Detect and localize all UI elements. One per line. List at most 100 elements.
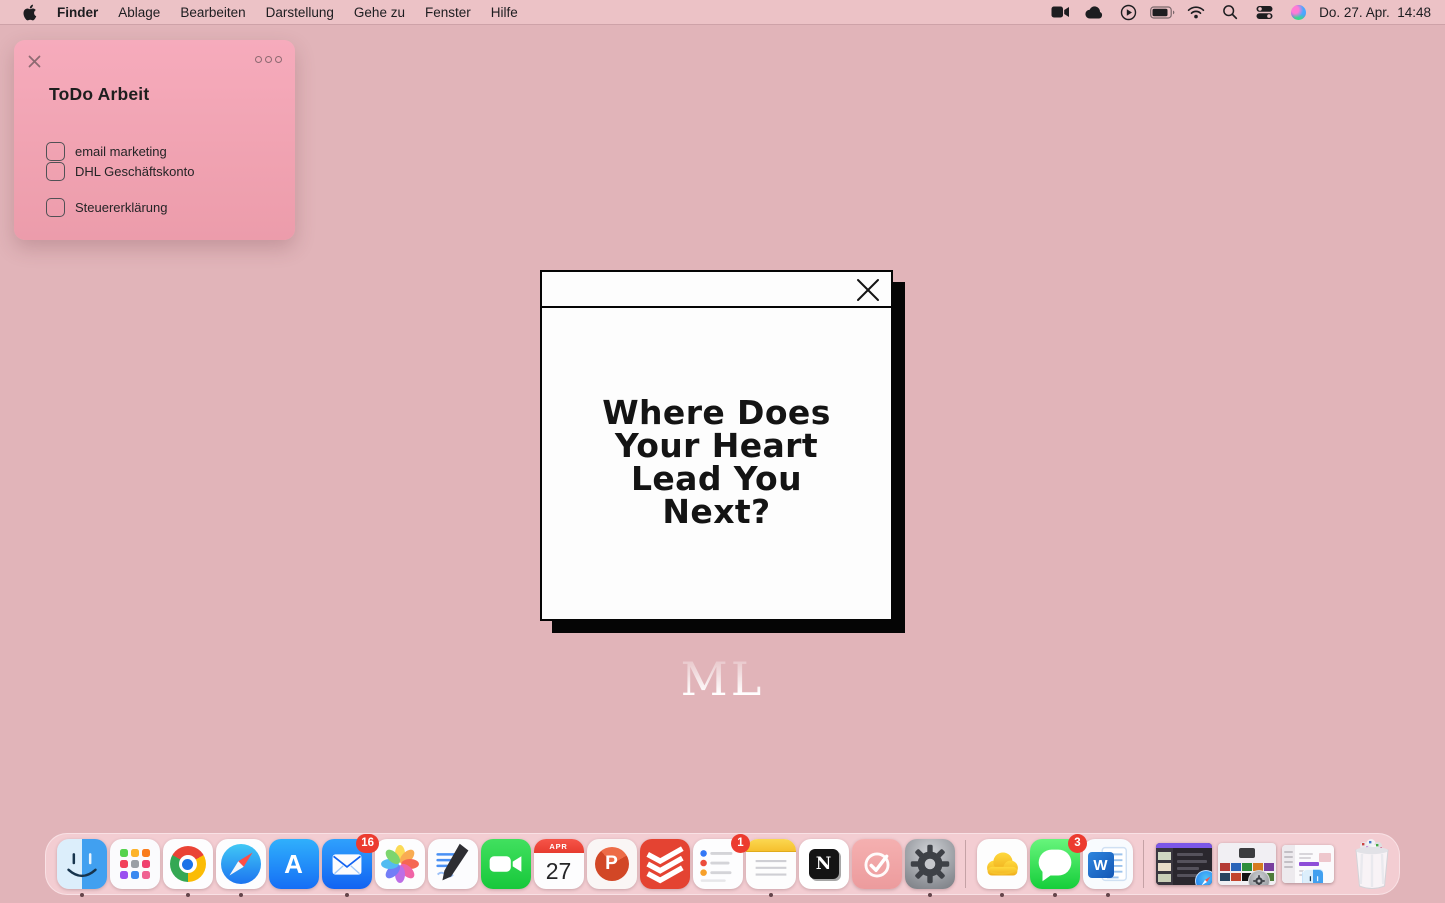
- dock-goodnotes[interactable]: [426, 838, 479, 891]
- notes-pen-icon: [428, 839, 478, 889]
- calendar-icon: APR 27: [534, 839, 584, 889]
- system-settings-icon: [905, 839, 955, 889]
- running-indicator: [345, 893, 349, 897]
- menu-ablage[interactable]: Ablage: [108, 0, 170, 24]
- task-checkbox-dhl-geschaeftskonto[interactable]: [46, 162, 65, 181]
- safari-mini-icon: [1195, 870, 1212, 885]
- photos-icon: [375, 839, 425, 889]
- mail-badge: 16: [356, 834, 379, 853]
- running-indicator: [239, 893, 243, 897]
- popup-body: Where Does Your Heart Lead You Next?: [542, 308, 891, 619]
- dock-app-store[interactable]: A: [267, 838, 320, 891]
- popup-titlebar: [542, 272, 891, 308]
- dock-reminders[interactable]: 1: [691, 838, 744, 891]
- messages-badge: 3: [1068, 834, 1087, 853]
- todoist-icon: [640, 839, 690, 889]
- menu-finder[interactable]: Finder: [47, 0, 108, 24]
- note-task-row: DHL Geschäftskonto: [46, 162, 194, 181]
- menu-bearbeiten[interactable]: Bearbeiten: [170, 0, 255, 24]
- facetime-icon: [481, 839, 531, 889]
- dock-finder[interactable]: [55, 838, 108, 891]
- dock-mail[interactable]: 16: [320, 838, 373, 891]
- ml-logo-watermark: ML: [681, 652, 765, 706]
- dock-trash[interactable]: [1347, 836, 1397, 892]
- note-close-icon[interactable]: [27, 54, 42, 69]
- dock: A 16: [45, 833, 1400, 895]
- chrome-icon: [163, 839, 213, 889]
- dock-divider: [1143, 840, 1144, 888]
- apple-notes-icon: [746, 839, 796, 889]
- dock-cloud-app[interactable]: [975, 838, 1028, 891]
- menubar-clock[interactable]: Do. 27. Apr. 14:48: [1319, 5, 1431, 20]
- running-indicator: [769, 893, 773, 897]
- dock-word[interactable]: W: [1081, 838, 1134, 891]
- word-glyph: W: [1093, 857, 1107, 874]
- dock-launchpad[interactable]: [108, 838, 161, 891]
- now-playing-icon[interactable]: [1115, 0, 1141, 24]
- heading-line: Where Does: [602, 396, 831, 429]
- dock-divider: [965, 840, 966, 888]
- app-store-icon: A: [269, 839, 319, 889]
- minimized-window-finder[interactable]: [1279, 838, 1337, 891]
- running-indicator: [1106, 893, 1110, 897]
- dock-photos[interactable]: [373, 838, 426, 891]
- menu-hilfe[interactable]: Hilfe: [481, 0, 528, 24]
- running-indicator: [186, 893, 190, 897]
- dock-chrome[interactable]: [161, 838, 214, 891]
- running-indicator: [1053, 893, 1057, 897]
- heading-line: Next?: [602, 495, 831, 528]
- battery-icon[interactable]: [1149, 0, 1175, 24]
- dock-powerpoint[interactable]: P: [585, 838, 638, 891]
- siri-icon[interactable]: [1285, 0, 1311, 24]
- popup-heading: Where Does Your Heart Lead You Next?: [602, 396, 831, 528]
- note-title: ToDo Arbeit: [49, 84, 149, 105]
- control-center-icon[interactable]: [1251, 0, 1277, 24]
- settings-mini-icon: [1248, 870, 1270, 885]
- dock-checklist-app[interactable]: [850, 838, 903, 891]
- safari-icon: [216, 839, 266, 889]
- dock-facetime[interactable]: [479, 838, 532, 891]
- dock-messages[interactable]: 3: [1028, 838, 1081, 891]
- minimized-window-settings[interactable]: [1215, 838, 1279, 891]
- note-more-options-icon[interactable]: [255, 56, 282, 63]
- running-indicator: [928, 893, 932, 897]
- dock-calendar[interactable]: APR 27: [532, 838, 585, 891]
- note-task-row: email marketing: [46, 142, 167, 161]
- menu-gehe-zu[interactable]: Gehe zu: [344, 0, 415, 24]
- sticky-note-todo: ToDo Arbeit email marketing DHL Geschäft…: [14, 40, 295, 240]
- cloud-status-icon[interactable]: [1081, 0, 1107, 24]
- finder-icon: [57, 839, 107, 889]
- dock-notes[interactable]: [744, 838, 797, 891]
- checkmark-app-icon: [852, 839, 902, 889]
- note-task-row: Steuererklärung: [46, 198, 168, 217]
- heading-line: Your Heart: [602, 429, 831, 462]
- notion-icon: N: [799, 839, 849, 889]
- dock-safari[interactable]: [214, 838, 267, 891]
- launchpad-icon: [110, 839, 160, 889]
- menu-fenster[interactable]: Fenster: [415, 0, 481, 24]
- screen-recording-icon[interactable]: [1047, 0, 1073, 24]
- task-checkbox-steuererklaerung[interactable]: [46, 198, 65, 217]
- popup-window: Where Does Your Heart Lead You Next?: [540, 270, 893, 621]
- reminders-badge: 1: [731, 834, 750, 853]
- task-checkbox-email-marketing[interactable]: [46, 142, 65, 161]
- finder-window-thumbnail: [1282, 845, 1334, 883]
- powerpoint-icon: P: [587, 839, 637, 889]
- running-indicator: [1000, 893, 1004, 897]
- spotlight-search-icon[interactable]: [1217, 0, 1243, 24]
- wifi-icon[interactable]: [1183, 0, 1209, 24]
- dock-notion[interactable]: N: [797, 838, 850, 891]
- running-indicator: [80, 893, 84, 897]
- apple-menu[interactable]: [12, 0, 47, 24]
- yellow-cloud-icon: [977, 839, 1027, 889]
- dock-todoist[interactable]: [638, 838, 691, 891]
- menu-darstellung[interactable]: Darstellung: [256, 0, 344, 24]
- heading-line: Lead You: [602, 462, 831, 495]
- task-label: DHL Geschäftskonto: [75, 164, 194, 179]
- minimized-window-safari[interactable]: [1153, 838, 1215, 891]
- dock-system-settings[interactable]: [903, 838, 956, 891]
- apple-icon: [22, 4, 37, 21]
- task-label: Steuererklärung: [75, 200, 168, 215]
- finder-mini-icon: [1302, 869, 1324, 883]
- popup-close-icon[interactable]: [854, 276, 882, 304]
